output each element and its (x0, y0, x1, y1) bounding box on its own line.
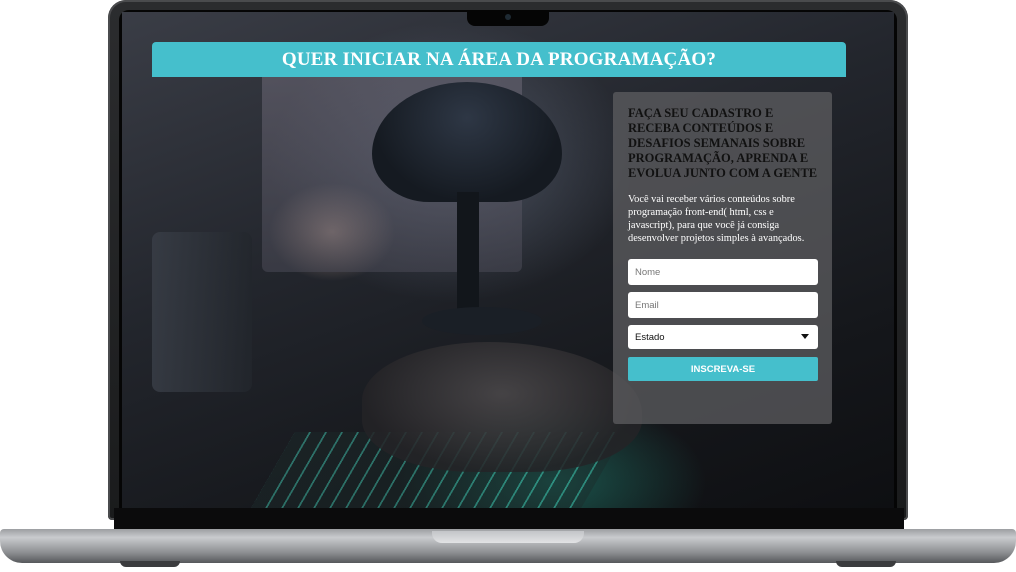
page-header: QUER INICIAR NA ÁREA DA PROGRAMAÇÃO? (152, 42, 846, 77)
signup-form-card: FAÇA SEU CADASTRO E RECEBA CONTEÚDOS E D… (613, 92, 832, 424)
name-input[interactable] (628, 259, 818, 285)
background-hand (362, 342, 642, 472)
laptop-foot-left (120, 561, 180, 567)
laptop-foot-right (836, 561, 896, 567)
form-description: Você vai receber vários conteúdos sobre … (628, 194, 805, 244)
laptop-opening-notch (432, 531, 584, 543)
form-heading: FAÇA SEU CADASTRO E RECEBA CONTEÚDOS E D… (628, 106, 818, 180)
state-select-value: Estado (635, 331, 665, 343)
camera-icon (505, 14, 511, 20)
page-title: QUER INICIAR NA ÁREA DA PROGRAMAÇÃO? (281, 48, 717, 70)
laptop-screen: QUER INICIAR NA ÁREA DA PROGRAMAÇÃO? FAÇ… (122, 12, 894, 508)
state-select[interactable]: Estado (628, 325, 818, 349)
background-lamp-stem (457, 192, 479, 322)
screen-bottom-bezel (114, 508, 904, 530)
chevron-down-icon (801, 334, 809, 339)
background-lamp-base (422, 307, 542, 335)
email-input[interactable] (628, 292, 818, 318)
subscribe-button[interactable]: INSCREVA-SE (628, 357, 818, 381)
background-cup (152, 232, 252, 392)
